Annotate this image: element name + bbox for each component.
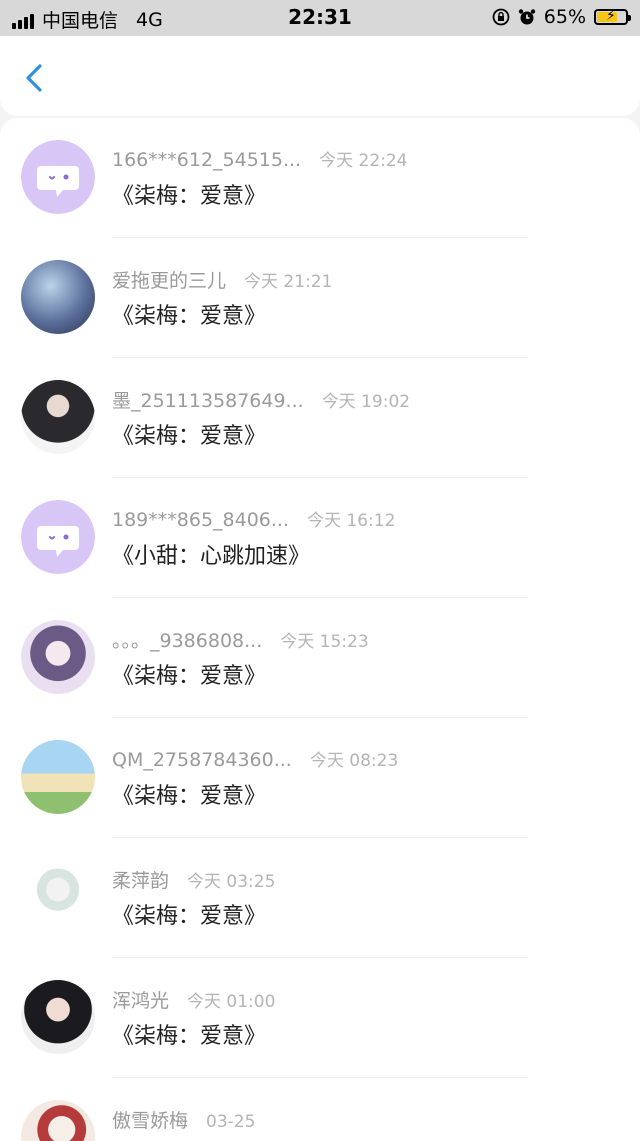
message-meta: 傲雪娇梅 03-25 <box>112 1106 255 1133</box>
message-row[interactable]: 柔萍韵 今天 03:25 《柒梅：爱意》 <box>0 838 640 958</box>
avatar[interactable] <box>21 740 95 814</box>
sender-name: 。。。_9386808... <box>112 630 263 652</box>
message-list: 166***612_54515... 今天 22:24 《柒梅：爱意》 爱拖更的… <box>0 118 640 1141</box>
nav-header <box>0 36 640 116</box>
message-meta: 166***612_54515... 今天 22:24 <box>112 146 408 171</box>
message-meta: 。。。_9386808... 今天 15:23 <box>112 626 369 653</box>
default-chat-avatar-icon[interactable] <box>21 140 95 214</box>
message-row[interactable]: QM_2758784360... 今天 08:23 《柒梅：爱意》 <box>0 718 640 838</box>
message-meta: 浑鸿光 今天 01:00 <box>112 986 275 1013</box>
avatar[interactable] <box>21 260 95 334</box>
sender-name: 柔萍韵 <box>112 870 170 892</box>
message-time: 今天 19:02 <box>321 392 411 412</box>
status-right: 65% ⚡ <box>492 6 631 28</box>
avatar[interactable] <box>21 860 95 934</box>
message-title: 《柒梅：爱意》 <box>112 1024 267 1049</box>
message-time: 今天 22:24 <box>319 151 408 171</box>
message-row[interactable]: 浑鸿光 今天 01:00 《柒梅：爱意》 <box>0 958 640 1078</box>
default-chat-avatar-icon[interactable] <box>21 500 95 574</box>
sender-name: 189***865_8406... <box>112 509 290 531</box>
sender-name: 墨_251113587649... <box>112 390 304 412</box>
message-time: 今天 15:23 <box>280 632 369 652</box>
alarm-icon <box>518 9 535 25</box>
message-time: 今天 21:21 <box>244 272 333 292</box>
avatar[interactable] <box>21 1100 95 1141</box>
message-title: 《柒梅：爱意》 <box>112 424 267 449</box>
message-meta: 柔萍韵 今天 03:25 <box>112 866 275 893</box>
sender-name: 浑鸿光 <box>112 990 170 1012</box>
sender-name: 爱拖更的三儿 <box>112 270 227 292</box>
message-row[interactable]: 爱拖更的三儿 今天 21:21 《柒梅：爱意》 <box>0 238 640 358</box>
sender-name: 傲雪娇梅 <box>112 1110 189 1132</box>
battery-icon: ⚡ <box>594 8 631 25</box>
message-row[interactable]: 墨_251113587649... 今天 19:02 《柒梅：爱意》 <box>0 358 640 478</box>
message-row[interactable]: 傲雪娇梅 03-25 《柒梅：爱意》 <box>0 1078 640 1141</box>
message-row[interactable]: 189***865_8406... 今天 16:12 《小甜：心跳加速》 <box>0 478 640 598</box>
message-time: 今天 01:00 <box>187 992 276 1012</box>
battery-percent: 65% <box>543 6 586 28</box>
message-time: 今天 16:12 <box>307 511 396 531</box>
chevron-left-icon <box>26 64 42 92</box>
message-title: 《小甜：心跳加速》 <box>112 544 311 569</box>
message-title: 《柒梅：爱意》 <box>112 664 267 689</box>
sender-name: QM_2758784360... <box>112 749 292 771</box>
message-title: 《柒梅：爱意》 <box>112 184 267 209</box>
message-meta: 189***865_8406... 今天 16:12 <box>112 506 395 531</box>
message-meta: QM_2758784360... 今天 08:23 <box>112 746 398 771</box>
avatar[interactable] <box>21 380 95 454</box>
message-title: 《柒梅：爱意》 <box>112 304 267 329</box>
message-meta: 爱拖更的三儿 今天 21:21 <box>112 266 332 293</box>
sender-name: 166***612_54515... <box>112 149 302 171</box>
back-button[interactable] <box>16 58 56 98</box>
avatar[interactable] <box>21 980 95 1054</box>
message-row[interactable]: 166***612_54515... 今天 22:24 《柒梅：爱意》 <box>0 118 640 238</box>
status-bar: 中国电信 4G 22:31 65% ⚡ <box>0 0 640 36</box>
message-time: 03-25 <box>206 1112 256 1132</box>
message-title: 《柒梅：爱意》 <box>112 904 267 929</box>
message-meta: 墨_251113587649... 今天 19:02 <box>112 386 410 413</box>
rotation-lock-icon <box>492 8 510 26</box>
message-title: 《柒梅：爱意》 <box>112 784 267 809</box>
message-time: 今天 08:23 <box>309 751 399 771</box>
message-time: 今天 03:25 <box>187 872 276 892</box>
avatar[interactable] <box>21 620 95 694</box>
message-row[interactable]: 。。。_9386808... 今天 15:23 《柒梅：爱意》 <box>0 598 640 718</box>
